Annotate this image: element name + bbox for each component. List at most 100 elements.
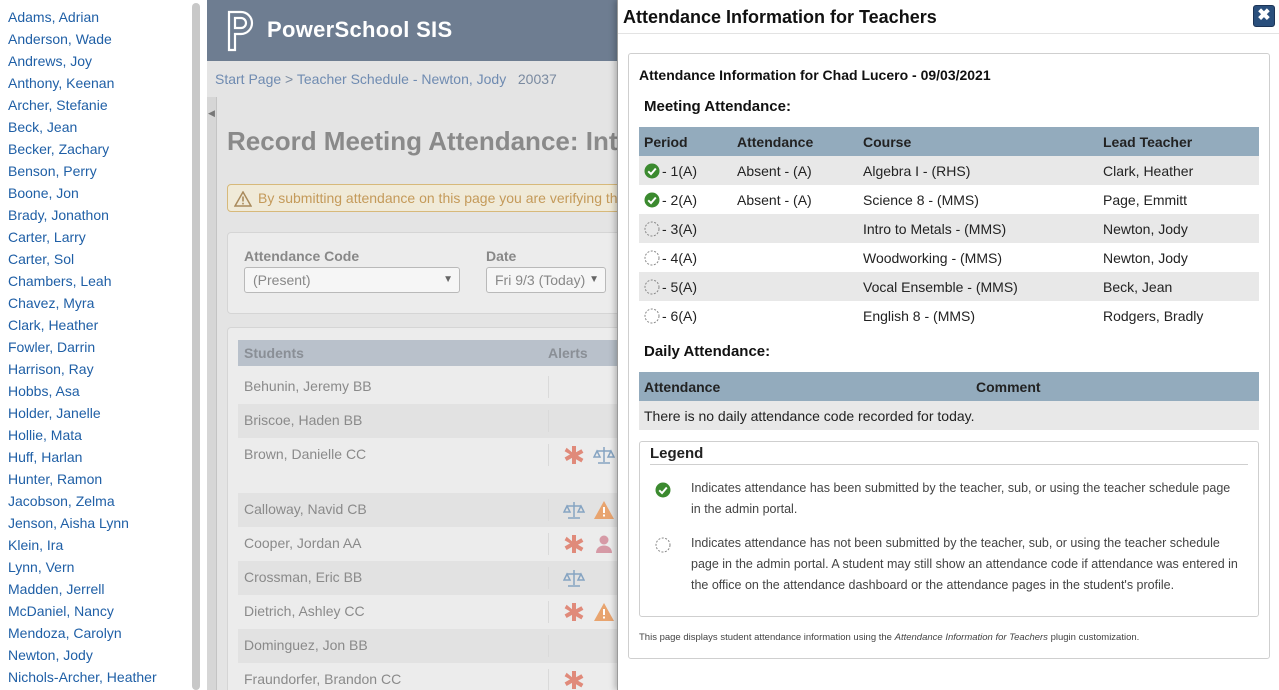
teacher-link[interactable]: Harrison, Ray (0, 358, 207, 380)
filter-panel: Attendance Code (Present) ▼ Date Fri 9/3… (227, 232, 647, 314)
teacher-link[interactable]: Holder, Janelle (0, 402, 207, 424)
attendance-info-dialog: Attendance Information for Teachers ✖ At… (617, 0, 1279, 690)
teacher-link[interactable]: Hollie, Mata (0, 424, 207, 446)
date-select[interactable]: Fri 9/3 (Today) ▼ (486, 267, 606, 293)
submitted-check-icon (644, 163, 660, 179)
teacher-link[interactable]: Madden, Jerrell (0, 578, 207, 600)
legend-box: Legend Indicates attendance has been sub… (639, 441, 1259, 617)
meeting-row: - 3(A) Intro to Metals - (MMS) Newton, Jod… (639, 214, 1259, 243)
breadcrumb-start-page[interactable]: Start Page (215, 71, 281, 87)
period-cell: - 4(A) (662, 250, 697, 266)
footnote-plugin-name: Attendance Information for Teachers (894, 632, 1048, 643)
teacher-link[interactable]: Andrews, Joy (0, 50, 207, 72)
attendance-cell: Absent - (A) (737, 163, 812, 179)
medical-alert-icon[interactable] (563, 601, 585, 623)
student-name[interactable]: Dominguez, Jon BB (244, 637, 368, 653)
breadcrumb-teacher-schedule[interactable]: Teacher Schedule - Newton, Jody (297, 71, 506, 87)
footnote-pre: This page displays student attendance in… (639, 632, 892, 643)
teacher-link[interactable]: Huff, Harlan (0, 446, 207, 468)
collapse-arrow-icon[interactable]: ◀ (208, 108, 215, 119)
course-cell: Vocal Ensemble - (MMS) (863, 279, 1018, 295)
teacher-link[interactable]: Benson, Perry (0, 160, 207, 182)
period-cell: - 5(A) (662, 279, 697, 295)
course-cell: Algebra I - (RHS) (863, 163, 971, 179)
daily-attendance-message: There is no daily attendance code record… (644, 408, 975, 424)
comment-column-header: Comment (976, 379, 1041, 395)
teacher-link[interactable]: Anderson, Wade (0, 28, 207, 50)
meeting-attendance-heading: Meeting Attendance: (644, 98, 791, 115)
student-row: Briscoe, Haden BB (238, 404, 638, 438)
student-name[interactable]: Brown, Danielle CC (244, 446, 366, 462)
teacher-link[interactable]: Hobbs, Asa (0, 380, 207, 402)
teacher-link[interactable]: Lynn, Vern (0, 556, 207, 578)
teacher-link[interactable]: Jacobson, Zelma (0, 490, 207, 512)
teacher-link[interactable]: Clark, Heather (0, 314, 207, 336)
lead-teacher-cell: Rodgers, Bradly (1103, 308, 1204, 324)
student-alerts (548, 376, 549, 398)
date-value: Fri 9/3 (Today) (495, 272, 586, 288)
dialog-title: Attendance Information for Teachers (623, 7, 937, 27)
course-cell: Science 8 - (MMS) (863, 192, 979, 208)
teacher-link[interactable]: Adams, Adrian (0, 6, 207, 28)
teacher-link[interactable]: Beck, Jean (0, 116, 207, 138)
student-name[interactable]: Briscoe, Haden BB (244, 412, 362, 428)
legal-alert-icon[interactable] (562, 499, 586, 521)
not-submitted-circle-icon (644, 250, 660, 266)
not-submitted-circle-icon (644, 279, 660, 295)
medical-alert-icon[interactable] (563, 533, 585, 555)
students-column-header: Students (244, 345, 304, 361)
teacher-link[interactable]: Carter, Larry (0, 226, 207, 248)
student-alerts (548, 635, 549, 657)
teacher-link[interactable]: Jenson, Aisha Lynn (0, 512, 207, 534)
teacher-link[interactable]: Chambers, Leah (0, 270, 207, 292)
teacher-link[interactable]: Mendoza, Carolyn (0, 622, 207, 644)
chevron-down-icon: ▼ (589, 274, 599, 285)
legal-alert-icon[interactable] (592, 444, 616, 466)
student-name[interactable]: Fraundorfer, Brandon CC (244, 671, 401, 687)
teacher-link[interactable]: Anthony, Keenan (0, 72, 207, 94)
not-submitted-circle-icon (655, 537, 671, 553)
powerschool-logo-icon (227, 10, 254, 52)
student-name[interactable]: Behunin, Jeremy BB (244, 378, 372, 394)
teacher-link[interactable]: Carter, Sol (0, 248, 207, 270)
student-name[interactable]: Dietrich, Ashley CC (244, 603, 365, 619)
attendance-code-value: (Present) (253, 272, 311, 288)
attendance-code-select[interactable]: (Present) ▼ (244, 267, 460, 293)
teacher-link[interactable]: Archer, Stefanie (0, 94, 207, 116)
warning-alert-icon[interactable] (593, 601, 615, 623)
medical-alert-icon[interactable] (563, 444, 585, 466)
daily-attendance-column-header: Attendance (644, 379, 721, 395)
close-button[interactable]: ✖ (1253, 5, 1275, 27)
teacher-link[interactable]: McDaniel, Nancy (0, 600, 207, 622)
teacher-link[interactable]: Fowler, Darrin (0, 336, 207, 358)
teacher-link[interactable]: Becker, Zachary (0, 138, 207, 160)
guardian-alert-icon[interactable] (593, 533, 615, 555)
period-cell: - 1(A) (662, 163, 697, 179)
student-alerts (548, 499, 614, 521)
app-title: PowerSchool SIS (267, 17, 453, 42)
teacher-link[interactable]: Newton, Jody (0, 644, 207, 666)
teacher-list-scrollbar[interactable] (192, 3, 200, 690)
student-name[interactable]: Calloway, Navid CB (244, 501, 367, 517)
student-name[interactable]: Cooper, Jordan AA (244, 535, 362, 551)
period-column-header: Period (644, 134, 688, 150)
not-submitted-circle-icon (644, 308, 660, 324)
student-row: Brown, Danielle CC (238, 438, 638, 493)
teacher-link[interactable]: Brady, Jonathon (0, 204, 207, 226)
attendance-code-label: Attendance Code (244, 248, 360, 264)
teacher-link[interactable]: Nichols-Archer, Heather (0, 666, 207, 688)
student-alerts (548, 669, 584, 690)
period-cell: - 2(A) (662, 192, 697, 208)
nav-collapse-tab[interactable] (207, 97, 217, 690)
student-name[interactable]: Crossman, Eric BB (244, 569, 362, 585)
meeting-row: - 5(A) Vocal Ensemble - (MMS) Beck, Jean (639, 272, 1259, 301)
warning-alert-icon[interactable] (593, 499, 615, 521)
lead-teacher-column-header: Lead Teacher (1103, 134, 1193, 150)
teacher-link[interactable]: Hunter, Ramon (0, 468, 207, 490)
teacher-link[interactable]: Klein, Ira (0, 534, 207, 556)
medical-alert-icon[interactable] (563, 669, 585, 690)
teacher-link[interactable]: Boone, Jon (0, 182, 207, 204)
legal-alert-icon[interactable] (562, 567, 586, 589)
breadcrumb-id: 20037 (517, 71, 557, 87)
teacher-link[interactable]: Chavez, Myra (0, 292, 207, 314)
